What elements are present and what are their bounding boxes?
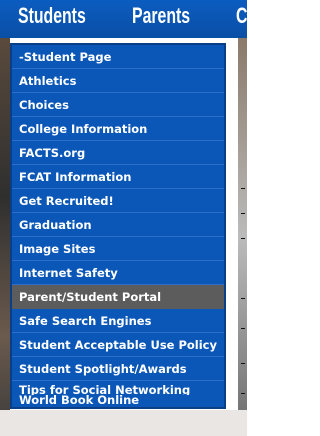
background-mark xyxy=(241,393,245,394)
background-mark xyxy=(241,213,245,214)
nav-tab-parents[interactable]: Parents xyxy=(132,3,190,29)
top-nav-bar: Students Parents C xyxy=(0,0,247,38)
nav-tab-students[interactable]: Students xyxy=(18,3,86,29)
menu-item-facts-org[interactable]: FACTS.org xyxy=(12,141,224,165)
nav-tab-partial[interactable]: C xyxy=(236,3,247,29)
background-bottom xyxy=(0,410,247,436)
menu-item-internet-safety[interactable]: Internet Safety xyxy=(12,261,224,285)
menu-item-choices[interactable]: Choices xyxy=(12,93,224,117)
menu-item-parent-student-portal[interactable]: Parent/Student Portal xyxy=(12,285,224,309)
menu-item-graduation[interactable]: Graduation xyxy=(12,213,224,237)
page: Students Parents C -Student Page Athleti… xyxy=(0,0,247,436)
background-mark xyxy=(241,188,245,189)
students-dropdown-menu: -Student Page Athletics Choices College … xyxy=(10,43,226,409)
menu-item-student-page[interactable]: -Student Page xyxy=(12,45,224,69)
menu-item-get-recruited[interactable]: Get Recruited! xyxy=(12,189,224,213)
menu-item-world-book-online[interactable]: World Book Online xyxy=(12,391,224,407)
menu-item-college-information[interactable]: College Information xyxy=(12,117,224,141)
background-mark xyxy=(241,298,245,299)
menu-item-acceptable-use-policy[interactable]: Student Acceptable Use Policy xyxy=(12,333,224,357)
menu-item-safe-search-engines[interactable]: Safe Search Engines xyxy=(12,309,224,333)
menu-item-athletics[interactable]: Athletics xyxy=(12,69,224,93)
background-content-right xyxy=(238,38,247,436)
background-image-left xyxy=(0,38,10,436)
menu-item-student-spotlight[interactable]: Student Spotlight/Awards xyxy=(12,357,224,381)
background-mark xyxy=(241,363,245,364)
menu-item-image-sites[interactable]: Image Sites xyxy=(12,237,224,261)
background-mark xyxy=(241,238,245,239)
background-mark xyxy=(241,328,245,329)
menu-item-fcat-information[interactable]: FCAT Information xyxy=(12,165,224,189)
